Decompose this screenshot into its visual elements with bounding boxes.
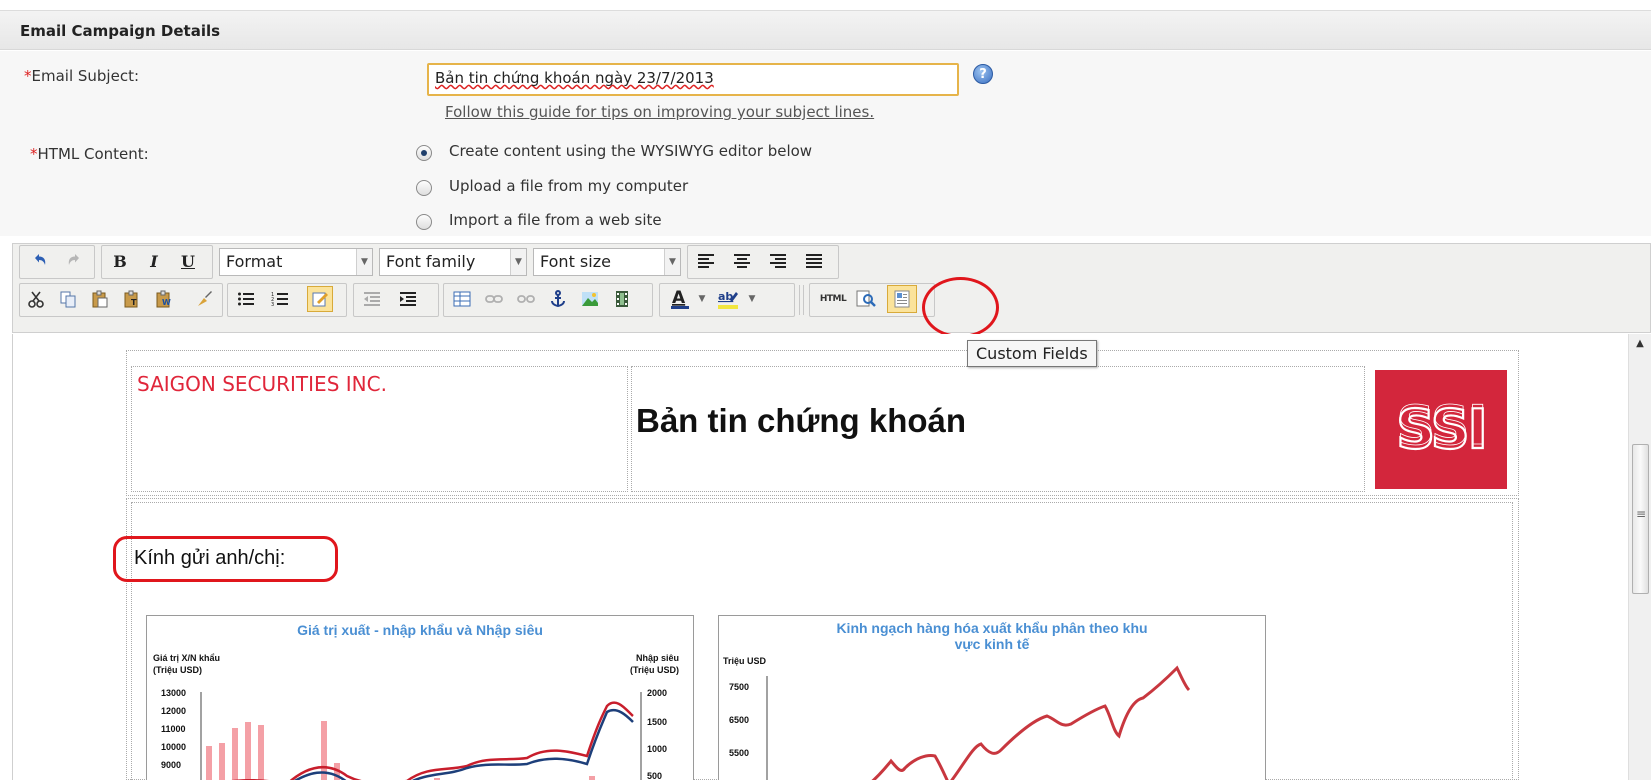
toolbar-row-2: T W 123 A ▼ ab ▼ HTML [19, 282, 1639, 320]
align-right-icon[interactable] [765, 248, 791, 274]
svg-text:T: T [131, 298, 137, 307]
edit-block-icon[interactable] [307, 286, 333, 312]
format-select[interactable]: Format ▼ [219, 248, 373, 276]
cut-icon[interactable] [23, 286, 49, 312]
cleanup-icon[interactable] [191, 286, 217, 312]
vertical-scrollbar[interactable]: ▲ [1628, 334, 1651, 780]
text-color-icon[interactable]: A [665, 286, 695, 312]
bullet-list-icon[interactable] [233, 286, 259, 312]
align-left-icon[interactable] [693, 248, 719, 274]
svg-text:3: 3 [271, 302, 274, 307]
chart-import-export: Giá trị xuất - nhập khẩu và Nhập siêu Gi… [146, 615, 694, 780]
table-icon[interactable] [449, 286, 475, 312]
required-mark: * [24, 67, 32, 85]
company-name: SAIGON SECURITIES INC. [137, 372, 387, 396]
chevron-down-icon[interactable]: ▼ [745, 286, 759, 312]
toolbar-row-1: B I U Format ▼ Font family ▼ Font size ▼ [19, 244, 1639, 282]
panel-header: Email Campaign Details [0, 10, 1651, 50]
radio-import-label: Import a file from a web site [449, 211, 662, 229]
paste-icon[interactable] [87, 286, 113, 312]
chevron-down-icon: ▼ [510, 249, 526, 275]
highlight-color-icon[interactable]: ab [713, 286, 743, 312]
custom-fields-icon[interactable] [887, 285, 917, 313]
toolbar-separator [803, 285, 804, 315]
panel-title: Email Campaign Details [20, 22, 221, 40]
required-mark: * [30, 145, 38, 163]
custom-fields-tooltip: Custom Fields [967, 340, 1097, 367]
indent-icon[interactable] [395, 286, 421, 312]
email-subject-input[interactable]: Bản tin chứng khoán ngày 23/7/2013 [427, 63, 959, 96]
link-icon[interactable] [481, 286, 507, 312]
chart-plot-area [766, 665, 1191, 780]
email-subject-label: *Email Subject: [24, 67, 140, 85]
chevron-down-icon: ▼ [356, 249, 372, 275]
redo-icon[interactable] [61, 248, 87, 274]
unlink-icon[interactable] [513, 286, 539, 312]
font-size-select[interactable]: Font size ▼ [533, 248, 681, 276]
annotation-circle [922, 277, 999, 338]
radio-upload-label: Upload a file from my computer [449, 177, 689, 195]
radio-import[interactable] [416, 214, 432, 230]
numbered-list-icon[interactable]: 123 [267, 286, 293, 312]
preview-icon[interactable] [853, 286, 879, 312]
editor-toolbar: B I U Format ▼ Font family ▼ Font size ▼ [12, 243, 1651, 333]
copy-icon[interactable] [55, 286, 81, 312]
radio-wysiwyg[interactable] [416, 145, 432, 161]
radio-upload[interactable] [416, 180, 432, 196]
font-family-select[interactable]: Font family ▼ [379, 248, 527, 276]
chevron-down-icon[interactable]: ▼ [695, 286, 709, 312]
chart-export-by-sector: Kinh ngạch hàng hóa xuất khẩu phân theo … [718, 615, 1266, 780]
svg-text:A: A [672, 288, 686, 308]
scroll-up-icon[interactable]: ▲ [1629, 334, 1651, 354]
scrollbar-thumb[interactable] [1632, 444, 1649, 594]
outdent-icon[interactable] [359, 286, 385, 312]
align-justify-icon[interactable] [801, 248, 827, 274]
anchor-icon[interactable] [545, 286, 571, 312]
bold-button[interactable]: B [107, 248, 133, 274]
html-content-label: *HTML Content: [30, 145, 149, 163]
annotation-rectangle [113, 536, 338, 582]
subject-guide-link[interactable]: Follow this guide for tips on improving … [445, 103, 874, 121]
svg-text:SSI: SSI [1396, 400, 1485, 457]
svg-text:W: W [162, 298, 171, 307]
help-icon[interactable]: ? [973, 64, 993, 84]
chevron-down-icon: ▼ [664, 249, 680, 275]
paste-text-icon[interactable]: T [119, 286, 145, 312]
chart-plot-area [200, 692, 642, 780]
toolbar-separator [799, 285, 800, 315]
undo-icon[interactable] [27, 248, 53, 274]
paste-word-icon[interactable]: W [151, 286, 177, 312]
underline-button[interactable]: U [175, 248, 201, 274]
media-icon[interactable] [609, 286, 635, 312]
image-icon[interactable] [577, 286, 603, 312]
newsletter-headline: Bản tin chứng khoán [636, 402, 967, 439]
italic-button[interactable]: I [141, 248, 167, 274]
html-source-button[interactable]: HTML [815, 286, 851, 312]
ssi-logo: SSI SSI [1375, 370, 1507, 489]
radio-wysiwyg-label: Create content using the WYSIWYG editor … [449, 142, 813, 160]
align-center-icon[interactable] [729, 248, 755, 274]
